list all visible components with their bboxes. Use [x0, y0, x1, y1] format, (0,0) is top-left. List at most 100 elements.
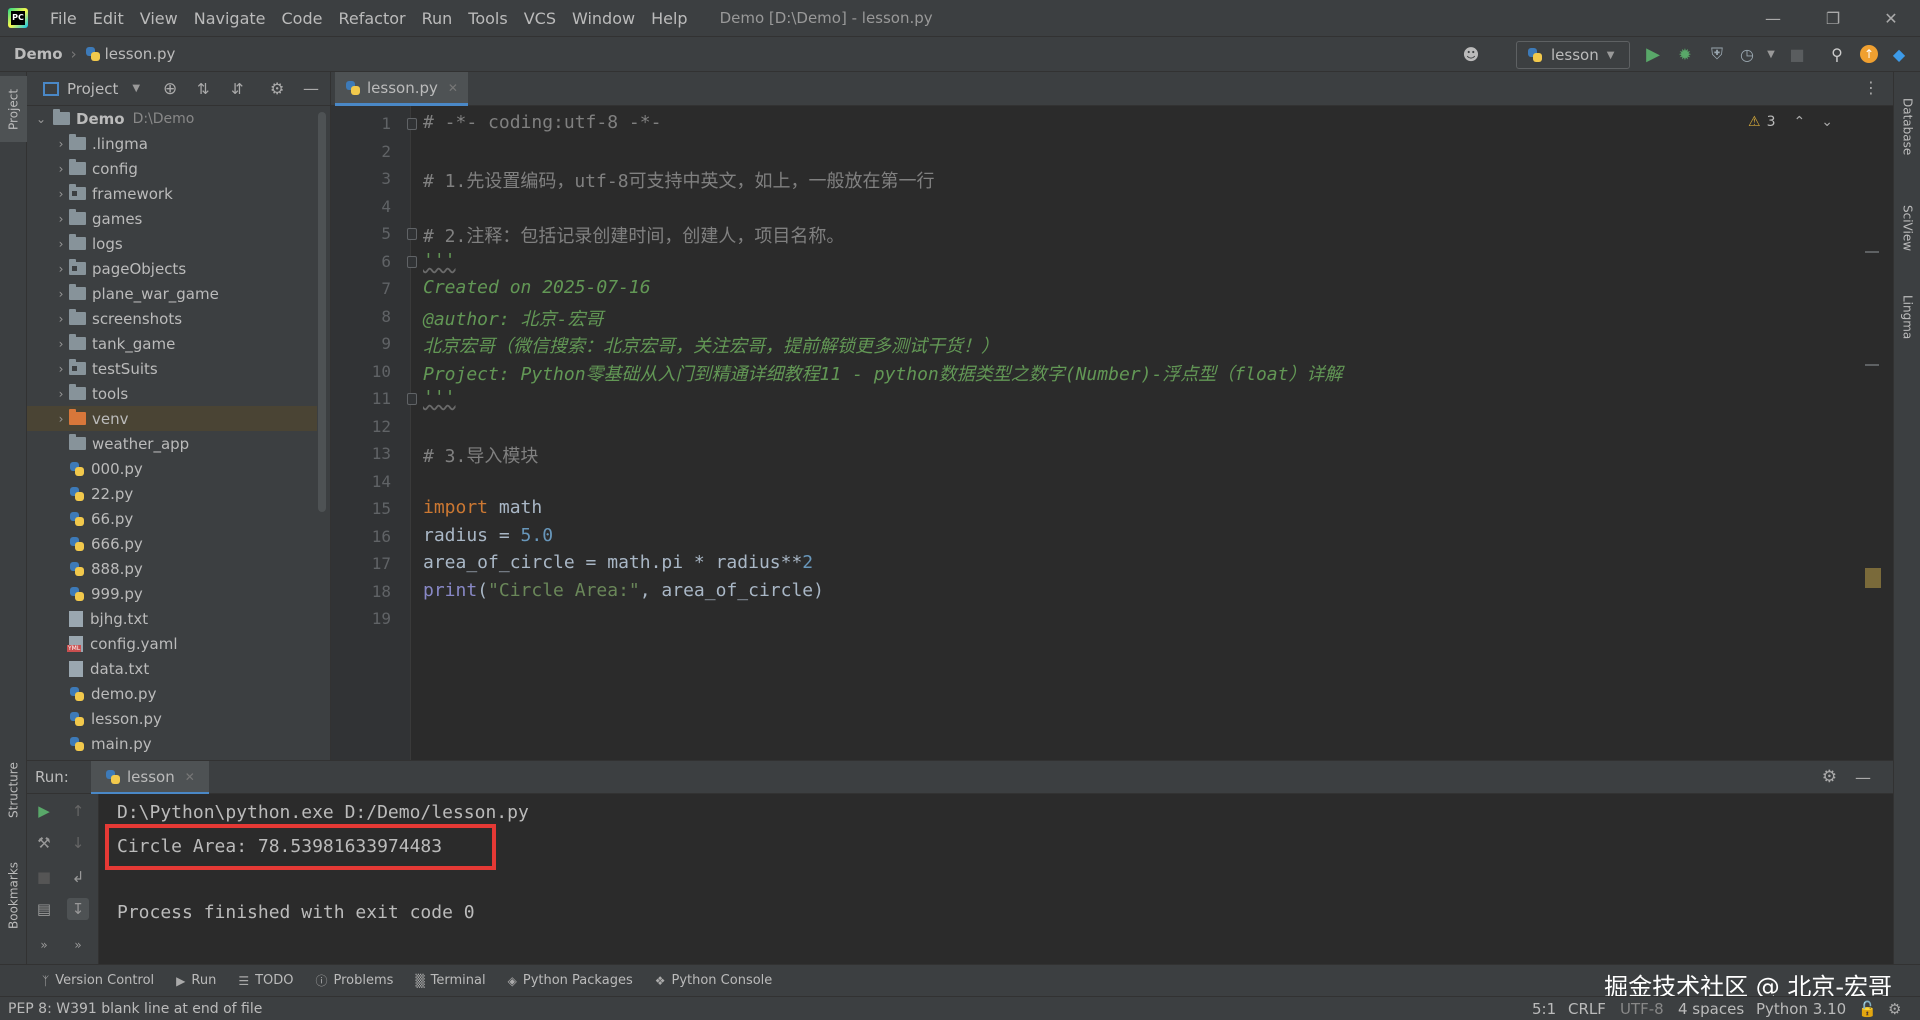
chevron-right-icon[interactable]: ›	[53, 262, 69, 276]
status-message[interactable]: PEP 8: W391 blank line at end of file	[8, 1001, 262, 1017]
tree-item[interactable]: › games	[27, 206, 317, 231]
tool-tab-python-packages[interactable]: ◈ Python Packages	[508, 973, 633, 988]
tree-item[interactable]: › screenshots	[27, 306, 317, 331]
more-icon[interactable]: »	[67, 934, 89, 956]
tree-item[interactable]: › venv	[27, 406, 317, 431]
more-tabs-icon[interactable]: ⋮	[1863, 78, 1879, 97]
tree-item[interactable]: 000.py	[27, 456, 317, 481]
fold-marker-icon[interactable]	[407, 393, 417, 405]
chevron-right-icon[interactable]: ›	[53, 137, 69, 151]
file-encoding[interactable]: UTF-8	[1620, 1000, 1664, 1018]
menu-code[interactable]: Code	[274, 9, 331, 28]
tree-item[interactable]: bjhg.txt	[27, 606, 317, 631]
more-icon[interactable]: »	[33, 934, 55, 956]
tree-item[interactable]: 888.py	[27, 556, 317, 581]
update-icon[interactable]: ↑	[1858, 43, 1880, 65]
tree-item[interactable]: › config	[27, 156, 317, 181]
chevron-down-icon[interactable]: ⌄	[33, 112, 49, 126]
notifications-icon[interactable]: ⚙	[1888, 1000, 1901, 1018]
indent-setting[interactable]: 4 spaces	[1678, 1000, 1744, 1018]
tool-tab-problems[interactable]: ⓘ Problems	[316, 972, 394, 989]
tree-root[interactable]: ⌄ Demo D:\Demo	[27, 106, 317, 131]
stop-icon[interactable]: ■	[33, 866, 55, 888]
tool-tab-structure[interactable]: Structure	[0, 750, 27, 830]
run-tab-lesson[interactable]: lesson ✕	[91, 761, 209, 795]
run-configuration-dropdown[interactable]: lesson ▼	[1516, 41, 1630, 69]
chevron-up-icon[interactable]: ⌃	[1794, 114, 1806, 130]
caret-position[interactable]: 5:1	[1532, 1000, 1556, 1018]
code-editor[interactable]: 1 2 3 4 5 6 7 8 9 10 11 12 13 14 15 16 1…	[331, 106, 1893, 760]
hide-panel-icon[interactable]: —	[303, 79, 319, 98]
tree-scrollbar[interactable]	[318, 112, 326, 512]
menu-refactor[interactable]: Refactor	[330, 9, 413, 28]
soft-wrap-icon[interactable]: ↲	[67, 866, 89, 888]
tree-item[interactable]: data.txt	[27, 656, 317, 681]
breadcrumb-project[interactable]: Demo	[14, 45, 63, 63]
project-panel-title[interactable]: Project	[67, 80, 118, 98]
inspection-indicator[interactable]: ⚠ 3 ⌃ ⌄	[1748, 114, 1833, 130]
chevron-right-icon[interactable]: ›	[53, 212, 69, 226]
stop-icon[interactable]: ■	[1786, 43, 1808, 65]
tree-item[interactable]: › logs	[27, 231, 317, 256]
chevron-right-icon[interactable]: ›	[53, 162, 69, 176]
chevron-right-icon[interactable]: ›	[53, 412, 69, 426]
fold-marker-icon[interactable]	[407, 256, 417, 268]
menu-window[interactable]: Window	[564, 9, 643, 28]
plugin-icon[interactable]: ◆	[1888, 43, 1910, 65]
wrench-icon[interactable]: ⚒	[33, 832, 55, 854]
menu-vcs[interactable]: VCS	[516, 9, 564, 28]
close-tab-icon[interactable]: ✕	[448, 81, 458, 95]
python-interpreter[interactable]: Python 3.10	[1756, 1000, 1846, 1018]
menu-help[interactable]: Help	[643, 9, 695, 28]
tree-item[interactable]: main.py	[27, 731, 317, 756]
tree-item[interactable]: › plane_war_game	[27, 281, 317, 306]
warning-stripe[interactable]	[1865, 251, 1879, 253]
fold-marker-icon[interactable]	[407, 118, 417, 130]
scroll-to-end-icon[interactable]: ↧	[67, 898, 89, 920]
tree-item[interactable]: 22.py	[27, 481, 317, 506]
menu-navigate[interactable]: Navigate	[186, 9, 274, 28]
menu-run[interactable]: Run	[414, 9, 461, 28]
tool-tab-todo[interactable]: ☰ TODO	[238, 973, 293, 988]
menu-file[interactable]: File	[42, 9, 85, 28]
chevron-right-icon[interactable]: ›	[53, 312, 69, 326]
tool-tab-terminal[interactable]: ▒ Terminal	[415, 973, 485, 988]
chevron-down-icon[interactable]: ▼	[132, 83, 140, 94]
chevron-right-icon[interactable]: ›	[53, 387, 69, 401]
minimize-icon[interactable]: —	[1744, 0, 1802, 36]
tree-item[interactable]: 666.py	[27, 531, 317, 556]
more-run-chevron-icon[interactable]: ▼	[1760, 43, 1782, 65]
tree-item[interactable]: 66.py	[27, 506, 317, 531]
profile-icon[interactable]: ◷	[1736, 43, 1758, 65]
locate-icon[interactable]: ⊕	[163, 79, 177, 99]
tool-tab-sciview[interactable]: SciView	[1894, 186, 1920, 270]
tree-item[interactable]: › .lingma	[27, 131, 317, 156]
warning-stripe[interactable]	[1865, 364, 1879, 366]
scroll-thumb-marker[interactable]	[1865, 568, 1881, 588]
tree-item[interactable]: › pageObjects	[27, 256, 317, 281]
tree-item[interactable]: config.yaml	[27, 631, 317, 656]
tool-tab-lingma[interactable]: Lingma	[1894, 280, 1920, 354]
hide-panel-icon[interactable]: —	[1855, 768, 1871, 787]
chevron-down-icon[interactable]: ⌄	[1821, 114, 1833, 130]
gear-icon[interactable]: ⚙	[270, 79, 284, 98]
tree-item[interactable]: › testSuits	[27, 356, 317, 381]
chevron-right-icon[interactable]: ›	[53, 187, 69, 201]
tool-tab-bookmarks[interactable]: Bookmarks	[0, 850, 27, 940]
fold-marker-icon[interactable]	[407, 228, 417, 240]
tree-item[interactable]: › tank_game	[27, 331, 317, 356]
editor-scrollbar[interactable]	[1865, 106, 1881, 760]
scroll-up-icon[interactable]: ↑	[67, 800, 89, 822]
search-icon[interactable]: ⚲	[1826, 43, 1848, 65]
restore-icon[interactable]: ❐	[1804, 0, 1862, 36]
tool-tab-database[interactable]: Database	[1894, 86, 1920, 168]
rerun-icon[interactable]: ▶	[33, 800, 55, 822]
tool-tab-python-console[interactable]: ❖ Python Console	[655, 973, 773, 988]
tree-item[interactable]: › framework	[27, 181, 317, 206]
tree-item[interactable]: demo.py	[27, 681, 317, 706]
layout-icon[interactable]: ▤	[33, 898, 55, 920]
tree-item[interactable]: weather_app	[27, 431, 317, 456]
tool-tab-run[interactable]: ▶ Run	[176, 973, 216, 988]
menu-tools[interactable]: Tools	[460, 9, 515, 28]
close-tab-icon[interactable]: ✕	[185, 770, 195, 784]
